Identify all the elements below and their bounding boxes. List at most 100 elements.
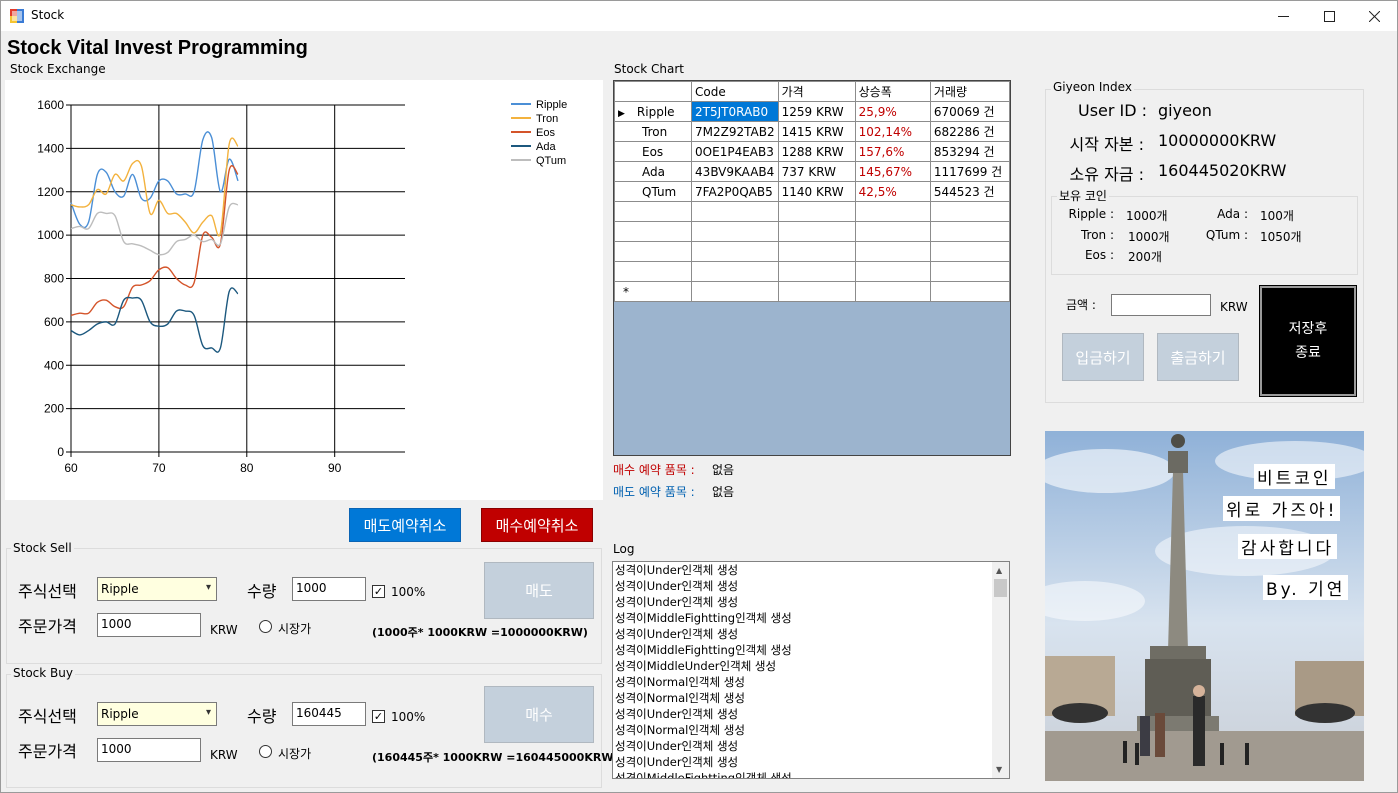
row-header[interactable]: Ada [613, 161, 693, 182]
empty-cell[interactable] [929, 201, 1011, 222]
empty-cell[interactable] [854, 261, 931, 282]
empty-cell[interactable] [929, 221, 1011, 242]
empty-cell[interactable] [854, 281, 931, 302]
empty-cell[interactable] [854, 201, 931, 222]
empty-cell[interactable] [929, 281, 1011, 302]
cell-code[interactable]: 7FA2P0QAB5 [691, 181, 779, 202]
cell-rise[interactable]: 42,5% [854, 181, 931, 202]
buy-stock-select[interactable]: Ripple ▾ [97, 702, 217, 726]
cell-volume[interactable]: 1117699 건 [929, 161, 1011, 182]
deposit-button[interactable]: 입금하기 [1062, 333, 1144, 381]
empty-cell[interactable] [777, 241, 856, 262]
row-name: Eos [642, 144, 664, 159]
column-header-price[interactable]: 가격 [777, 81, 856, 102]
cancel-buy-reservation-button[interactable]: 매수예약취소 [481, 508, 593, 542]
amount-input[interactable] [1111, 294, 1211, 316]
sell-stock-select[interactable]: Ripple ▾ [97, 577, 217, 601]
withdraw-button[interactable]: 출금하기 [1157, 333, 1239, 381]
buy-market-price-radio[interactable] [259, 745, 272, 758]
cell-code[interactable]: 43BV9KAAB4 [691, 161, 779, 182]
empty-cell[interactable] [613, 241, 693, 262]
close-button[interactable] [1351, 1, 1397, 31]
empty-row[interactable] [613, 221, 1011, 242]
sell-button[interactable]: 매도 [484, 562, 594, 619]
empty-row[interactable] [613, 261, 1011, 282]
empty-cell[interactable] [854, 221, 931, 242]
stock-data-grid[interactable]: Code 가격 상승폭 거래량 ▶ Ripple 2T5JT0RAB0 1259 KR… [613, 80, 1011, 456]
empty-cell[interactable] [691, 241, 779, 262]
log-scrollbar[interactable]: ▲ ▼ [992, 562, 1009, 778]
empty-cell[interactable] [613, 221, 693, 242]
sell-market-price-radio[interactable] [259, 620, 272, 633]
cell-volume[interactable]: 670069 건 [929, 101, 1011, 122]
sell-group-label: Stock Sell [11, 541, 74, 555]
cell-volume[interactable]: 544523 건 [929, 181, 1011, 202]
empty-cell[interactable] [929, 241, 1011, 262]
cell-rise[interactable]: 157,6% [854, 141, 931, 162]
cell-price[interactable]: 1140 KRW [777, 181, 856, 202]
start-capital-value: 10000000KRW [1158, 131, 1277, 150]
buy-qty-input[interactable]: 160445 [292, 702, 366, 726]
row-header[interactable]: Tron [613, 121, 693, 142]
cell-code[interactable]: 2T5JT0RAB0 [691, 101, 779, 122]
cell-price[interactable]: 1259 KRW [777, 101, 856, 122]
empty-cell[interactable] [691, 281, 779, 302]
table-row[interactable]: QTum 7FA2P0QAB5 1140 KRW 42,5% 544523 건 [613, 181, 1011, 202]
row-header-corner [613, 81, 693, 102]
empty-cell[interactable] [613, 201, 693, 222]
cell-volume[interactable]: 853294 건 [929, 141, 1011, 162]
buy-button[interactable]: 매수 [484, 686, 594, 743]
profile-photo: 비트코인 위로 가즈아! 감사합니다 By. 기연 [1045, 431, 1364, 781]
empty-row[interactable] [613, 241, 1011, 262]
series-line-ada [70, 287, 239, 353]
cell-volume[interactable]: 682286 건 [929, 121, 1011, 142]
column-header-code[interactable]: Code [691, 81, 779, 102]
save-and-exit-button[interactable]: 저장후 종료 [1259, 285, 1357, 397]
scrollbar-thumb[interactable] [994, 579, 1007, 597]
empty-cell[interactable] [777, 261, 856, 282]
empty-cell[interactable] [854, 241, 931, 262]
y-tick-label: 1200 [37, 185, 64, 199]
cell-price[interactable]: 737 KRW [777, 161, 856, 182]
empty-cell[interactable] [777, 281, 856, 302]
maximize-button[interactable] [1306, 1, 1352, 31]
table-row[interactable]: Eos 0OE1P4EAB3 1288 KRW 157,6% 853294 건 [613, 141, 1011, 162]
empty-cell[interactable] [691, 261, 779, 282]
buy-order-price-input[interactable]: 1000 [97, 738, 201, 762]
empty-cell[interactable] [777, 201, 856, 222]
log-listbox[interactable]: 성격이Under인객체 생성 성격이Under인객체 생성 성격이Under인객체 … [612, 561, 1010, 779]
cancel-sell-reservation-button[interactable]: 매도예약취소 [349, 508, 461, 542]
buy-stock-select-label: 주식선택 [18, 707, 77, 726]
empty-cell[interactable] [929, 261, 1011, 282]
table-row[interactable]: Ada 43BV9KAAB4 737 KRW 145,67% 1117699 건 [613, 161, 1011, 182]
sell-qty-input[interactable]: 1000 [292, 577, 366, 601]
new-row-header[interactable]: * [613, 281, 693, 302]
cell-code[interactable]: 0OE1P4EAB3 [691, 141, 779, 162]
cell-code[interactable]: 7M2Z92TAB2 [691, 121, 779, 142]
cell-price[interactable]: 1415 KRW [777, 121, 856, 142]
empty-cell[interactable] [691, 221, 779, 242]
table-row[interactable]: Tron 7M2Z92TAB2 1415 KRW 102,14% 682286 건 [613, 121, 1011, 142]
cell-price[interactable]: 1288 KRW [777, 141, 856, 162]
column-header-rise[interactable]: 상승폭 [854, 81, 931, 102]
empty-cell[interactable] [777, 221, 856, 242]
scroll-up-icon[interactable]: ▲ [996, 566, 1002, 575]
row-header[interactable]: QTum [613, 181, 693, 202]
empty-row[interactable] [613, 201, 1011, 222]
scroll-down-icon[interactable]: ▼ [996, 765, 1002, 774]
cell-rise[interactable]: 25,9% [854, 101, 931, 122]
row-header[interactable]: Eos [613, 141, 693, 162]
empty-cell[interactable] [691, 201, 779, 222]
cell-rise[interactable]: 145,67% [854, 161, 931, 182]
row-header[interactable]: ▶ Ripple [613, 101, 693, 122]
sell-100pct-checkbox[interactable]: ✓ [372, 585, 385, 598]
buy-100pct-checkbox[interactable]: ✓ [372, 710, 385, 723]
table-row[interactable]: ▶ Ripple 2T5JT0RAB0 1259 KRW 25,9% 670069 건 [613, 101, 1011, 122]
new-row[interactable]: * [613, 281, 1011, 302]
minimize-button[interactable] [1260, 1, 1306, 31]
sell-order-price-input[interactable]: 1000 [97, 613, 201, 637]
column-header-volume[interactable]: 거래량 [929, 81, 1011, 102]
cell-rise[interactable]: 102,14% [854, 121, 931, 142]
empty-cell[interactable] [613, 261, 693, 282]
buy-reservation-label: 매수 예약 품목 : [613, 463, 695, 477]
